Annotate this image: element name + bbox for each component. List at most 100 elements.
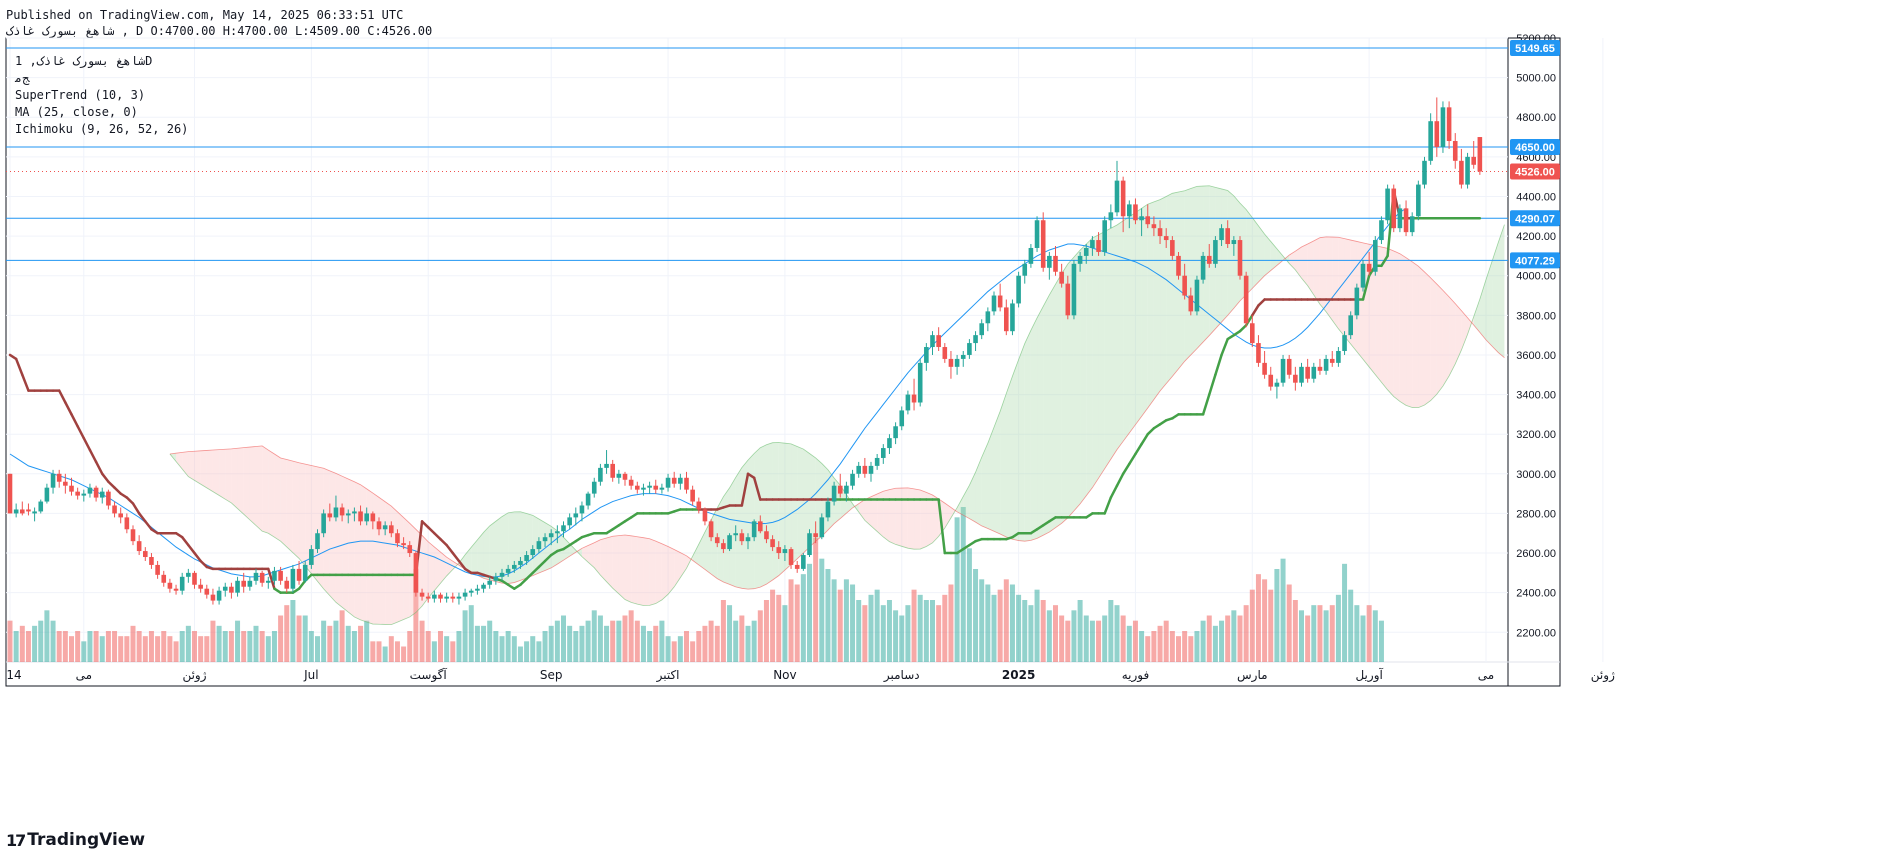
volume-bar (247, 631, 253, 662)
legend-symbol[interactable]: شاهغ بسورک غاذک, 1D (15, 53, 188, 70)
ichimoku-cloud (637, 536, 644, 606)
x-tick-label: Jul (303, 668, 318, 682)
volume-bar (622, 615, 628, 662)
candle-body (899, 410, 905, 427)
volume-bar (1280, 558, 1286, 662)
candle-body (844, 485, 849, 494)
legend-supertrend[interactable]: SuperTrend (10, 3) (15, 87, 188, 104)
candle-body (382, 525, 388, 530)
candle-body (745, 537, 751, 542)
volume-bar (216, 625, 222, 662)
volume-bar (161, 631, 167, 662)
price-chart[interactable]: 2200.00 2400.00 2600.00 2800.00 3000.00 3200.… (0, 0, 1878, 858)
volume-bar (1366, 605, 1372, 662)
ichimoku-cloud (766, 442, 773, 585)
candle-body (788, 549, 794, 565)
candle-body (930, 335, 935, 348)
ichimoku-cloud (329, 470, 336, 603)
volume-bar (837, 589, 843, 662)
ichimoku-cloud (1092, 234, 1099, 488)
volume-bar (370, 641, 376, 662)
volume-bar (1034, 589, 1040, 662)
volume-bar (610, 620, 616, 662)
candle-body (714, 537, 720, 544)
volume-bar (1354, 605, 1360, 662)
volume-bar (1311, 605, 1317, 662)
volume-bar (1360, 615, 1366, 662)
candle-body (1452, 141, 1458, 161)
candle-body (210, 594, 216, 601)
ichimoku-cloud (200, 450, 207, 488)
candle-body (850, 473, 855, 486)
candle-body (751, 521, 757, 538)
volume-bar (1335, 594, 1341, 662)
candle-body (481, 584, 486, 589)
candle-body (518, 560, 523, 565)
legend-ma[interactable]: MA (25, close, 0) (15, 104, 188, 121)
volume-bar (388, 636, 394, 662)
volume-bar (751, 620, 757, 662)
ichimoku-cloud (668, 546, 675, 595)
candle-body (499, 572, 505, 577)
candle-body (573, 513, 579, 518)
ichimoku-cloud (612, 535, 619, 594)
volume-bar (936, 605, 942, 662)
volume-bar (1046, 610, 1052, 662)
ichimoku-cloud (237, 447, 244, 515)
candle-body (229, 586, 234, 593)
candle-body (1071, 263, 1077, 316)
candle-body (69, 485, 74, 492)
volume-bar (1071, 610, 1077, 662)
ichimoku-cloud (661, 543, 669, 600)
ichimoku-cloud (1258, 225, 1265, 283)
volume-bar (1102, 615, 1108, 662)
volume-bar (13, 631, 19, 662)
volume-bar (487, 620, 493, 662)
y-tick-label: 3800.00 (1516, 310, 1556, 322)
candle-body (345, 513, 351, 516)
candle-body (7, 473, 13, 514)
volume-bar (554, 620, 560, 662)
volume-bar (505, 631, 511, 662)
candle-body (1053, 255, 1058, 272)
tradingview-logo[interactable]: 17 TradingView (6, 830, 145, 850)
ichimoku-cloud (1406, 257, 1413, 408)
candle-body (1268, 374, 1274, 387)
volume-bar (1323, 610, 1329, 662)
volume-bar (425, 631, 431, 662)
candle-body (1397, 208, 1403, 229)
volume-bar (468, 605, 474, 662)
candle-body (837, 485, 843, 494)
volume-bar (591, 610, 597, 662)
candle-body (20, 509, 25, 514)
candle-body (942, 347, 948, 359)
candle-body (235, 580, 240, 593)
volume-bar (1243, 605, 1249, 662)
candle-body (954, 358, 960, 367)
volume-bar (530, 636, 536, 662)
candle-body (635, 485, 640, 490)
candle-body (56, 473, 62, 482)
legend-ichimoku[interactable]: Ichimoku (9, 26, 52, 26) (15, 121, 188, 138)
ichimoku-cloud (1387, 248, 1394, 397)
candle-body (63, 481, 68, 486)
candle-body (979, 323, 984, 336)
volume-bar (794, 584, 800, 662)
ichimoku-cloud (1129, 212, 1136, 434)
volume-bar (893, 610, 899, 662)
y-tick-label: 3400.00 (1516, 390, 1556, 402)
level-label: 4077.29 (1515, 255, 1555, 267)
y-tick-label: 2400.00 (1516, 588, 1556, 600)
volume-bar (745, 625, 751, 662)
candle-body (1465, 156, 1470, 185)
candle-body (1440, 107, 1446, 147)
volume-bar (548, 625, 554, 662)
volume-bar (1096, 620, 1102, 662)
ichimoku-cloud (877, 491, 884, 538)
candle-body (192, 572, 197, 585)
candle-body (567, 517, 572, 526)
y-tick-label: 2600.00 (1516, 548, 1556, 560)
candle-body (948, 358, 954, 367)
volume-bar (1151, 631, 1157, 662)
y-tick-label: 4400.00 (1516, 191, 1556, 203)
